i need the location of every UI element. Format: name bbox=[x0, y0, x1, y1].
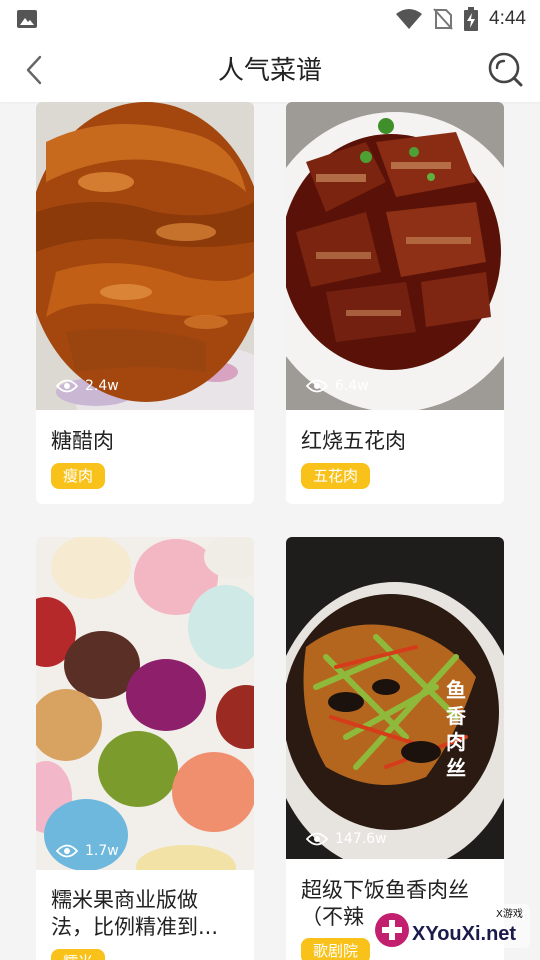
view-count-text: 1.7w bbox=[85, 843, 119, 859]
eye-icon bbox=[56, 379, 78, 393]
wifi-icon bbox=[396, 9, 423, 29]
view-count-text: 2.4w bbox=[85, 378, 119, 394]
view-count: 6.4w bbox=[306, 378, 369, 394]
image-caption-char: 香 bbox=[446, 704, 467, 728]
recipe-name: 糖醋肉 bbox=[51, 429, 114, 453]
recipe-tag[interactable]: 歌剧院 bbox=[301, 938, 371, 960]
eye-icon bbox=[306, 379, 328, 393]
image-caption-char: 丝 bbox=[446, 756, 466, 780]
image-caption-char: 肉 bbox=[446, 730, 466, 754]
site-watermark: X游戏 XYouXi.net bbox=[375, 904, 530, 948]
watermark-brand: XYouXi.net bbox=[412, 923, 516, 945]
recipe-name-line: 糯米果商业版做 bbox=[51, 888, 198, 912]
recipe-image bbox=[36, 537, 254, 870]
view-count: 1.7w bbox=[56, 843, 119, 859]
recipe-card[interactable]: 2.4w 糖醋肉 瘦肉 bbox=[36, 102, 254, 504]
view-count-text: 147.6w bbox=[335, 831, 387, 847]
recipe-image bbox=[286, 102, 504, 410]
search-icon[interactable] bbox=[486, 50, 524, 88]
view-count-text: 6.4w bbox=[335, 378, 369, 394]
status-time: 4:44 bbox=[489, 8, 526, 29]
recipe-card[interactable]: 6.4w 红烧五花肉 五花肉 bbox=[286, 102, 504, 504]
battery-charging-icon bbox=[464, 7, 479, 31]
recipe-feed[interactable]: 2.4w 糖醋肉 瘦肉 6.4w 红烧五花肉 五花肉 1.7w 糯米果商业版做 … bbox=[0, 102, 540, 960]
image-caption-char: 鱼 bbox=[446, 678, 466, 702]
image-icon bbox=[17, 10, 37, 28]
recipe-tag[interactable]: 瘦肉 bbox=[51, 463, 106, 489]
recipe-image bbox=[36, 102, 254, 410]
recipe-card[interactable]: 鱼 香 肉 丝 147.6w 超级下饭鱼香肉丝 （不辣 歌剧院 bbox=[286, 537, 504, 960]
view-count: 147.6w bbox=[306, 831, 387, 847]
recipe-image: 鱼 香 肉 丝 bbox=[286, 537, 504, 859]
no-sim-icon bbox=[433, 8, 453, 30]
recipe-name-line: 法，比例精准到... bbox=[51, 915, 219, 939]
watermark-label: X游戏 bbox=[496, 907, 523, 920]
recipe-tag[interactable]: 五花肉 bbox=[301, 463, 371, 489]
recipe-name: 红烧五花肉 bbox=[301, 429, 406, 453]
recipe-name: 糯米果商业版做 法，比例精准到... bbox=[51, 887, 244, 941]
page-title: 人气菜谱 bbox=[217, 56, 322, 86]
eye-icon bbox=[56, 844, 78, 858]
view-count: 2.4w bbox=[56, 378, 119, 394]
recipe-tag[interactable]: 糯米 bbox=[51, 949, 106, 960]
status-bar: 4:44 bbox=[0, 0, 540, 38]
eye-icon bbox=[306, 832, 328, 846]
app-header: 人气菜谱 bbox=[0, 38, 540, 102]
recipe-card[interactable]: 1.7w 糯米果商业版做 法，比例精准到... 糯米 bbox=[36, 537, 254, 960]
